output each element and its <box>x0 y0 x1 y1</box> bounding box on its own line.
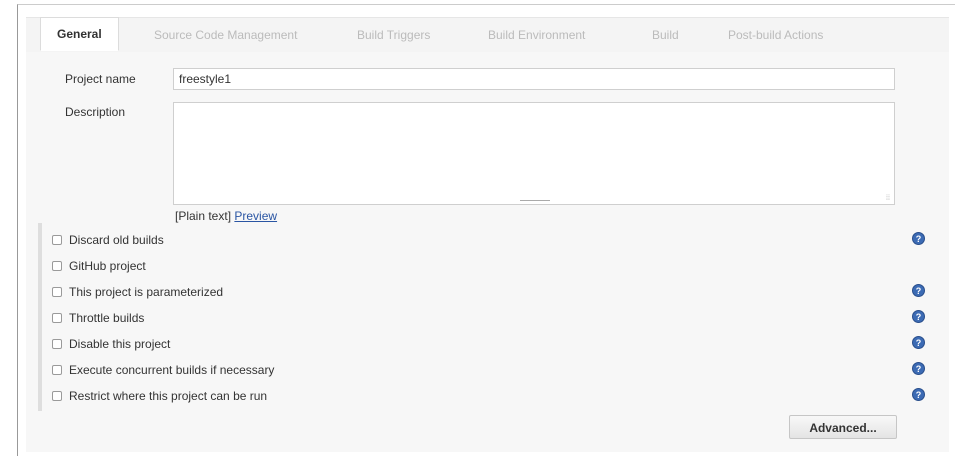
throttle-builds-checkbox[interactable] <box>52 313 62 323</box>
job-config-panel: General Source Code Management Build Tri… <box>17 4 955 456</box>
restrict-where-run-checkbox[interactable] <box>52 391 62 401</box>
help-icon[interactable]: ? <box>912 362 925 375</box>
help-icon[interactable]: ? <box>912 310 925 323</box>
preview-link[interactable]: Preview <box>234 209 277 223</box>
help-icon[interactable]: ? <box>912 232 925 245</box>
help-icon[interactable]: ? <box>912 284 925 297</box>
textarea-resize-grip[interactable] <box>520 200 550 201</box>
option-label: Restrict where this project can be run <box>69 389 268 403</box>
textarea-resize-corner[interactable]: ⁞⁞ <box>886 195 890 202</box>
help-icon[interactable]: ? <box>912 388 925 401</box>
tab-general[interactable]: General <box>40 17 119 51</box>
description-label: Description <box>65 105 126 119</box>
option-label: Discard old builds <box>69 233 164 247</box>
option-label: Throttle builds <box>69 311 145 325</box>
markup-format-note: [Plain text] Preview <box>175 209 277 223</box>
project-name-input[interactable] <box>173 68 895 90</box>
concurrent-builds-checkbox[interactable] <box>52 365 62 375</box>
tab-source-code-management[interactable]: Source Code Management <box>154 18 297 52</box>
discard-old-builds-checkbox[interactable] <box>52 235 62 245</box>
tab-post-build-actions[interactable]: Post-build Actions <box>728 18 823 52</box>
plain-text-label: [Plain text] <box>175 209 232 223</box>
tab-build-triggers[interactable]: Build Triggers <box>357 18 430 52</box>
project-name-label: Project name <box>65 72 136 86</box>
option-label: GitHub project <box>69 259 146 273</box>
config-tabs: General Source Code Management Build Tri… <box>26 17 949 53</box>
advanced-button[interactable]: Advanced... <box>789 415 897 439</box>
option-label: This project is parameterized <box>69 285 224 299</box>
section-indent-bar <box>38 223 42 411</box>
disable-project-checkbox[interactable] <box>52 339 62 349</box>
tab-build-environment[interactable]: Build Environment <box>488 18 585 52</box>
tab-build[interactable]: Build <box>652 18 679 52</box>
option-label: Disable this project <box>69 337 171 351</box>
parameterized-checkbox[interactable] <box>52 287 62 297</box>
general-section: Project name Description ⁞⁞ [Plain text]… <box>26 52 949 452</box>
option-label: Execute concurrent builds if necessary <box>69 363 275 377</box>
github-project-checkbox[interactable] <box>52 261 62 271</box>
description-textarea[interactable] <box>173 102 895 205</box>
help-icon[interactable]: ? <box>912 336 925 349</box>
